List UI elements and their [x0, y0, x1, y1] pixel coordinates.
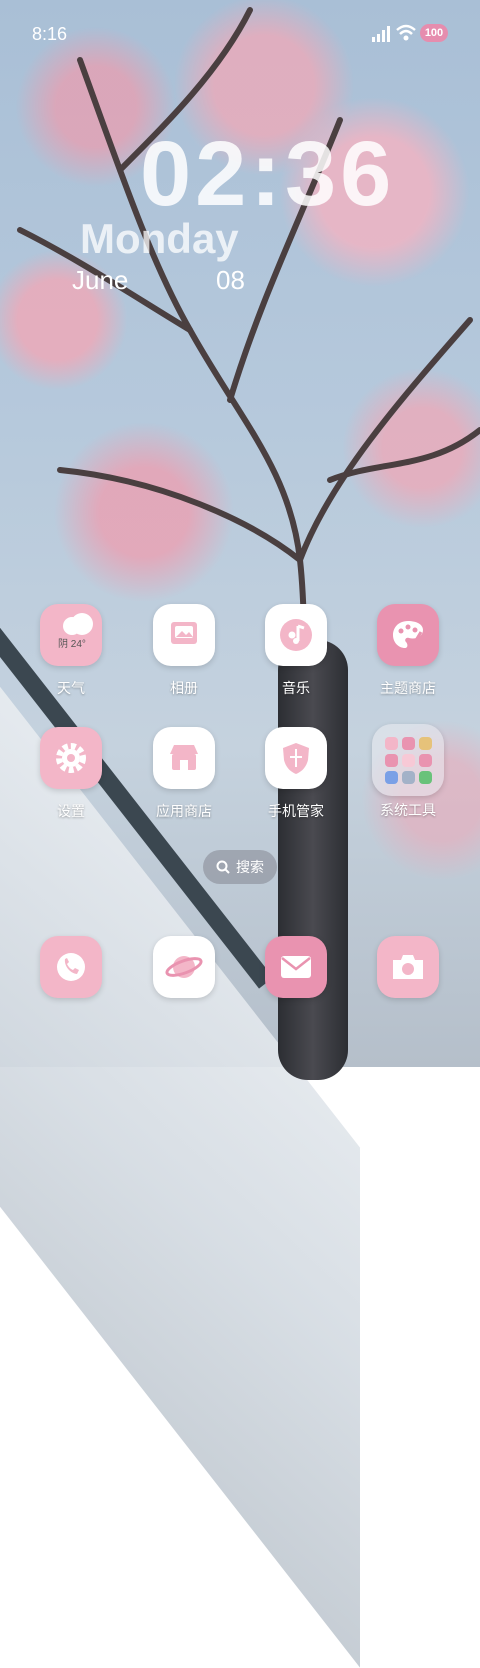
gallery-icon: [153, 604, 215, 666]
wifi-icon: [396, 24, 416, 41]
tree-trunk: [278, 640, 348, 1080]
app-store-icon: [153, 727, 215, 789]
signal-icon: [372, 26, 390, 42]
phone-manager-icon: [265, 727, 327, 789]
clock-day: 08: [216, 265, 245, 295]
app-label: 主题商店: [380, 680, 436, 696]
camera-icon: [377, 936, 439, 998]
folder-system-tools[interactable]: 系统工具: [358, 724, 458, 820]
settings-icon: [40, 727, 102, 789]
search-button[interactable]: 搜索: [203, 850, 277, 884]
phone-icon: [40, 936, 102, 998]
weather-icon: 阴 24°: [40, 604, 102, 666]
dock-phone[interactable]: [21, 936, 121, 998]
clock-month: June: [72, 265, 129, 295]
app-label: 系统工具: [380, 802, 436, 818]
search-label: 搜索: [236, 859, 264, 875]
app-label: 应用商店: [156, 803, 212, 819]
clock-time[interactable]: 02:36: [140, 122, 395, 227]
dock-camera[interactable]: [358, 936, 458, 998]
battery-icon: 100: [420, 24, 448, 42]
messages-icon: [265, 936, 327, 998]
app-music[interactable]: 音乐: [246, 604, 346, 698]
app-label: 相册: [170, 680, 198, 696]
cloud-icon: [63, 613, 93, 635]
music-icon: [265, 604, 327, 666]
app-phone-manager[interactable]: 手机管家: [246, 727, 346, 821]
app-app-store[interactable]: 应用商店: [134, 727, 234, 821]
theme-store-icon: [377, 604, 439, 666]
dock-browser[interactable]: [134, 936, 234, 998]
system-tools-folder-icon: [372, 724, 444, 796]
app-label: 手机管家: [268, 803, 324, 819]
dock-messages[interactable]: [246, 936, 346, 998]
app-label: 音乐: [282, 680, 310, 696]
app-settings[interactable]: 设置: [21, 727, 121, 821]
app-gallery[interactable]: 相册: [134, 604, 234, 698]
weather-text: 阴 24°: [58, 639, 86, 650]
app-label: 设置: [57, 803, 85, 819]
search-icon: [216, 860, 230, 874]
status-time: 8:16: [32, 24, 68, 44]
browser-icon: [153, 936, 215, 998]
app-weather[interactable]: 阴 24° 天气: [21, 604, 121, 698]
app-label: 天气: [57, 680, 85, 696]
clock-weekday: Monday: [80, 215, 239, 262]
app-theme-store[interactable]: 主题商店: [358, 604, 458, 698]
status-bar: 8:16 100: [0, 0, 480, 66]
